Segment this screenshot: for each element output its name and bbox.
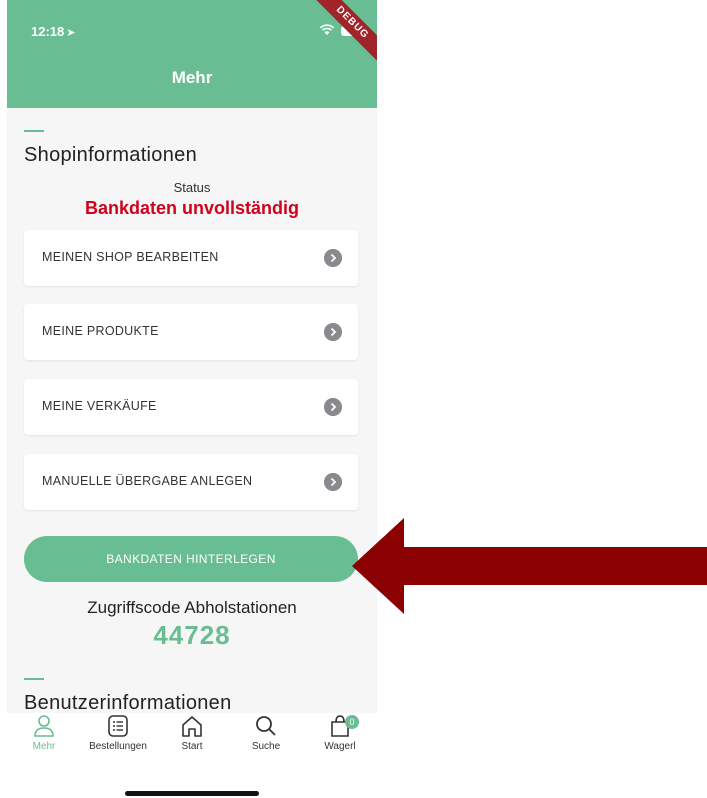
user-section-title: Benutzerinformationen: [24, 692, 232, 714]
cart-badge: 0: [345, 715, 359, 729]
search-icon: [256, 716, 276, 736]
chevron-right-icon: [324, 323, 342, 341]
pickup-code-value: 44728: [153, 620, 231, 650]
tab-label: Bestellungen: [89, 741, 147, 752]
section-accent-line: [24, 130, 44, 132]
phone-screen: 12:18 ➤ DEBUG Mehr Shopinformationen Stat…: [7, 0, 377, 798]
status-time-text: 12:18: [31, 24, 65, 39]
status-time: 12:18 ➤: [31, 24, 75, 39]
chevron-right-icon: [324, 473, 342, 491]
chevron-right-icon: [324, 249, 342, 267]
menu-item-label: MEINEN SHOP BEARBEITEN: [42, 250, 219, 264]
tab-more[interactable]: Mehr: [7, 713, 81, 769]
tab-start[interactable]: Start: [155, 713, 229, 769]
tab-search[interactable]: Suche: [229, 713, 303, 769]
scroll-content[interactable]: Shopinformationen Status Bankdaten unvol…: [7, 108, 377, 714]
annotation-arrow-icon: [352, 518, 707, 614]
menu-item-edit-shop[interactable]: MEINEN SHOP BEARBEITEN: [24, 230, 358, 286]
location-icon: ➤: [66, 27, 76, 39]
shop-section-title: Shopinformationen: [24, 144, 197, 166]
status-value: Bankdaten unvollständig: [84, 198, 300, 218]
menu-item-sales[interactable]: MEINE VERKÄUFE: [24, 379, 358, 435]
section-accent-line: [24, 678, 44, 680]
app-bar: 12:18 ➤ DEBUG Mehr: [7, 0, 377, 108]
tab-label: Suche: [251, 741, 281, 752]
menu-item-label: MEINE PRODUKTE: [42, 324, 159, 338]
menu-item-label: MANUELLE ÜBERGABE ANLEGEN: [42, 474, 253, 488]
home-icon: [182, 716, 202, 737]
tab-label: Start: [181, 741, 203, 752]
page-title: Mehr: [171, 68, 213, 87]
pickup-code-label: Zugriffscode Abholstationen: [87, 598, 297, 617]
bottom-tab-bar: Mehr Bestellungen Start Suche 0 Wagerl: [7, 713, 377, 798]
list-icon: [108, 715, 128, 737]
wifi-icon: [319, 24, 335, 35]
tab-cart[interactable]: 0 Wagerl: [303, 713, 377, 769]
menu-item-manual-handover[interactable]: MANUELLE ÜBERGABE ANLEGEN: [24, 454, 358, 510]
add-bank-details-button[interactable]: BANKDATEN HINTERLEGEN: [24, 536, 358, 582]
status-label: Status: [173, 180, 211, 195]
tab-orders[interactable]: Bestellungen: [81, 713, 155, 769]
person-icon: [34, 715, 54, 737]
tab-label: Mehr: [32, 741, 56, 752]
menu-item-products[interactable]: MEINE PRODUKTE: [24, 304, 358, 360]
chevron-right-icon: [324, 398, 342, 416]
home-indicator: [125, 791, 259, 796]
menu-item-label: MEINE VERKÄUFE: [42, 399, 157, 413]
tab-label: Wagerl: [324, 741, 356, 752]
